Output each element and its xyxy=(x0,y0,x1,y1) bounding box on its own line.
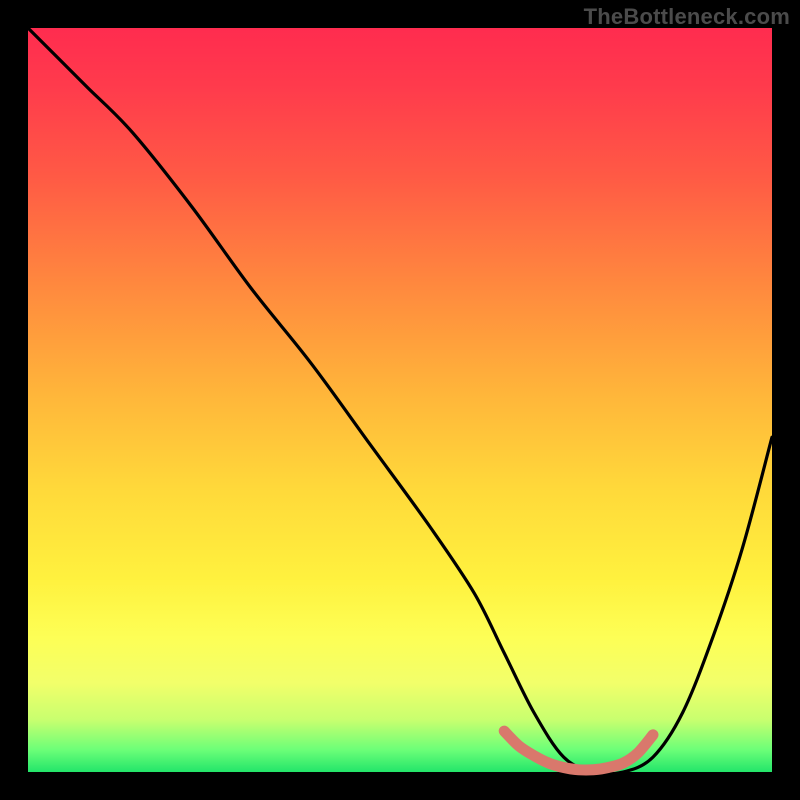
chart-frame: TheBottleneck.com xyxy=(0,0,800,800)
chart-svg xyxy=(28,28,772,772)
optimal-range-marker xyxy=(504,731,653,770)
watermark-text: TheBottleneck.com xyxy=(584,4,790,30)
chart-plot-area xyxy=(28,28,772,772)
bottleneck-curve-path xyxy=(28,28,772,774)
